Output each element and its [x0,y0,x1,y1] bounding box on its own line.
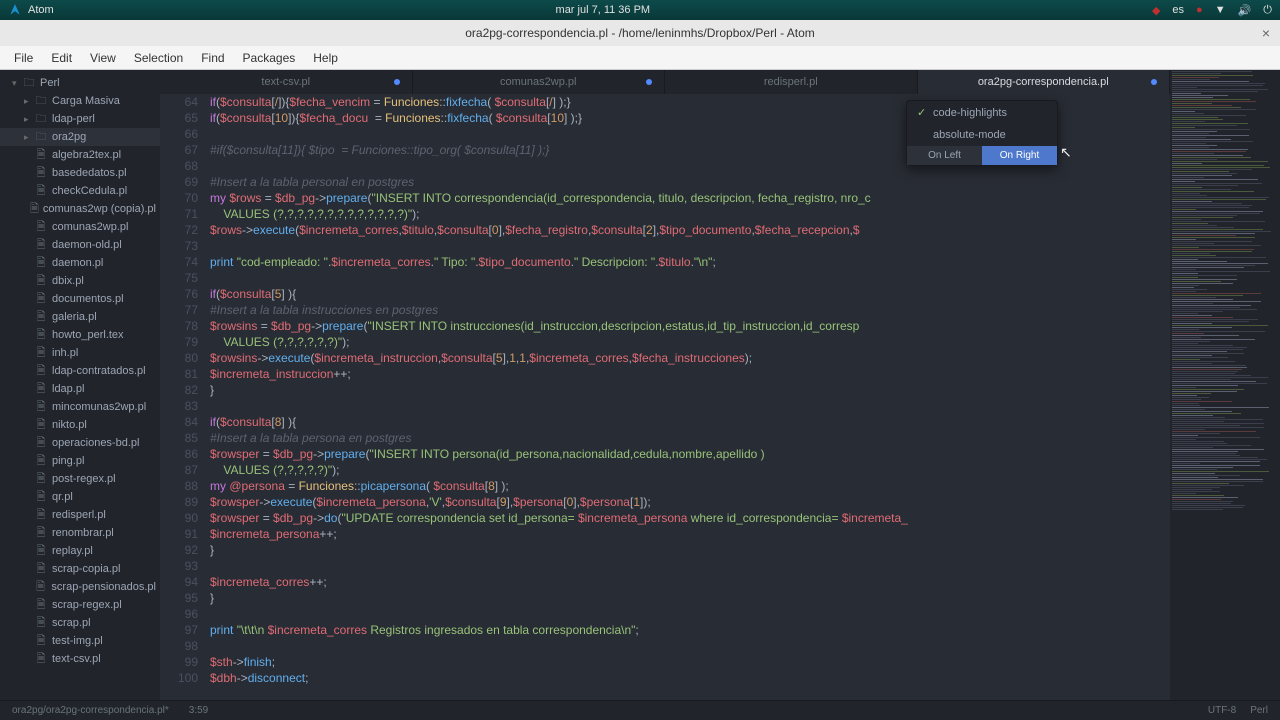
tree-folder[interactable]: ▸🗀Carga Masiva [0,92,160,110]
tab[interactable]: comunas2wp.pl [413,70,666,94]
minimap[interactable] [1170,70,1280,700]
tree-file[interactable]: 🗎comunas2wp (copia).pl [0,200,160,218]
tree-file[interactable]: 🗎daemon-old.pl [0,236,160,254]
tree-file[interactable]: 🗎renombrar.pl [0,524,160,542]
tree-file[interactable]: 🗎galeria.pl [0,308,160,326]
code-content[interactable]: if($consulta[/]){$fecha_vencim = Funcion… [210,94,1170,700]
arch-logo-icon [8,3,22,17]
tree-file[interactable]: 🗎checkCedula.pl [0,182,160,200]
system-topbar: Atom mar jul 7, 11 36 PM ◆ es ● ▼ 🔊 ⏻ [0,0,1280,20]
on-left-button[interactable]: On Left [907,146,982,165]
record-icon[interactable]: ◆ [1152,4,1160,17]
power-icon[interactable]: ⏻ [1263,4,1272,17]
tab-active[interactable]: ora2pg-correspondencia.pl [918,70,1171,94]
close-icon[interactable]: × [1262,25,1270,41]
tab[interactable]: text-csv.pl [160,70,413,94]
window-title: ora2pg-correspondencia.pl - /home/leninm… [465,26,815,40]
on-right-button[interactable]: On Right [982,146,1057,165]
tree-file[interactable]: 🗎daemon.pl [0,254,160,272]
status-encoding[interactable]: UTF-8 [1208,705,1236,716]
topbar-app: Atom [28,4,54,16]
modified-dot-icon [1151,79,1157,85]
tree-folder[interactable]: ▸🗀ldap-perl [0,110,160,128]
tree-file[interactable]: 🗎ping.pl [0,452,160,470]
status-path[interactable]: ora2pg/ora2pg-correspondencia.pl* [12,705,169,716]
tree-file[interactable]: 🗎scrap-pensionados.pl [0,578,160,596]
tree-file[interactable]: 🗎documentos.pl [0,290,160,308]
tree-file[interactable]: 🗎operaciones-bd.pl [0,434,160,452]
menu-help[interactable]: Help [305,49,346,67]
tree-file[interactable]: 🗎basededatos.pl [0,164,160,182]
tree-file[interactable]: 🗎ldap.pl [0,380,160,398]
topbar-clock: mar jul 7, 11 36 PM [54,4,1152,16]
tree-file[interactable]: 🗎scrap.pl [0,614,160,632]
volume-icon[interactable]: 🔊 [1238,4,1252,17]
tree-file[interactable]: 🗎qr.pl [0,488,160,506]
tree-file[interactable]: 🗎scrap-copia.pl [0,560,160,578]
code-editor[interactable]: 6465666768697071727374757677787980818283… [160,94,1170,700]
tree-file[interactable]: 🗎text-csv.pl [0,650,160,668]
tree-file[interactable]: 🗎ldap-contratados.pl [0,362,160,380]
line-gutter: 6465666768697071727374757677787980818283… [160,94,210,700]
tree-file[interactable]: 🗎mincomunas2wp.pl [0,398,160,416]
menu-edit[interactable]: Edit [43,49,80,67]
popup-option[interactable]: absolute-mode [907,124,1057,146]
tree-file[interactable]: 🗎inh.pl [0,344,160,362]
status-language[interactable]: Perl [1250,705,1268,716]
popup-option[interactable]: ✓code-highlights [907,101,1057,124]
editor-tabs: text-csv.pl comunas2wp.pl redisperl.pl o… [160,70,1170,94]
menubar: File Edit View Selection Find Packages H… [0,46,1280,70]
menu-selection[interactable]: Selection [126,49,191,67]
tree-file[interactable]: 🗎replay.pl [0,542,160,560]
status-cursor-pos[interactable]: 3:59 [189,705,208,716]
tree-file[interactable]: 🗎howto_perl.tex [0,326,160,344]
tab[interactable]: redisperl.pl [665,70,918,94]
tree-file[interactable]: 🗎nikto.pl [0,416,160,434]
tree-file[interactable]: 🗎test-img.pl [0,632,160,650]
menu-file[interactable]: File [6,49,41,67]
tree-file[interactable]: 🗎post-regex.pl [0,470,160,488]
menu-view[interactable]: View [82,49,124,67]
window-titlebar: ora2pg-correspondencia.pl - /home/leninm… [0,20,1280,46]
minimap-settings-popup: ✓code-highlights absolute-mode On Left O… [906,100,1058,166]
tree-file[interactable]: 🗎algebra2tex.pl [0,146,160,164]
menu-packages[interactable]: Packages [235,49,304,67]
modified-dot-icon [646,79,652,85]
file-tree[interactable]: ▾🗀Perl ▸🗀Carga Masiva ▸🗀ldap-perl ▸🗀ora2… [0,70,160,700]
modified-dot-icon [394,79,400,85]
record-dot-icon[interactable]: ● [1196,4,1203,16]
wifi-icon[interactable]: ▼ [1215,4,1226,16]
tree-root[interactable]: ▾🗀Perl [0,74,160,92]
statusbar: ora2pg/ora2pg-correspondencia.pl* 3:59 U… [0,700,1280,720]
tree-file[interactable]: 🗎comunas2wp.pl [0,218,160,236]
tree-file[interactable]: 🗎redisperl.pl [0,506,160,524]
tree-folder-selected[interactable]: ▸🗀ora2pg [0,128,160,146]
tree-file[interactable]: 🗎dbix.pl [0,272,160,290]
tree-file[interactable]: 🗎scrap-regex.pl [0,596,160,614]
check-icon: ✓ [917,106,927,119]
menu-find[interactable]: Find [193,49,232,67]
keyboard-lang[interactable]: es [1172,4,1184,16]
